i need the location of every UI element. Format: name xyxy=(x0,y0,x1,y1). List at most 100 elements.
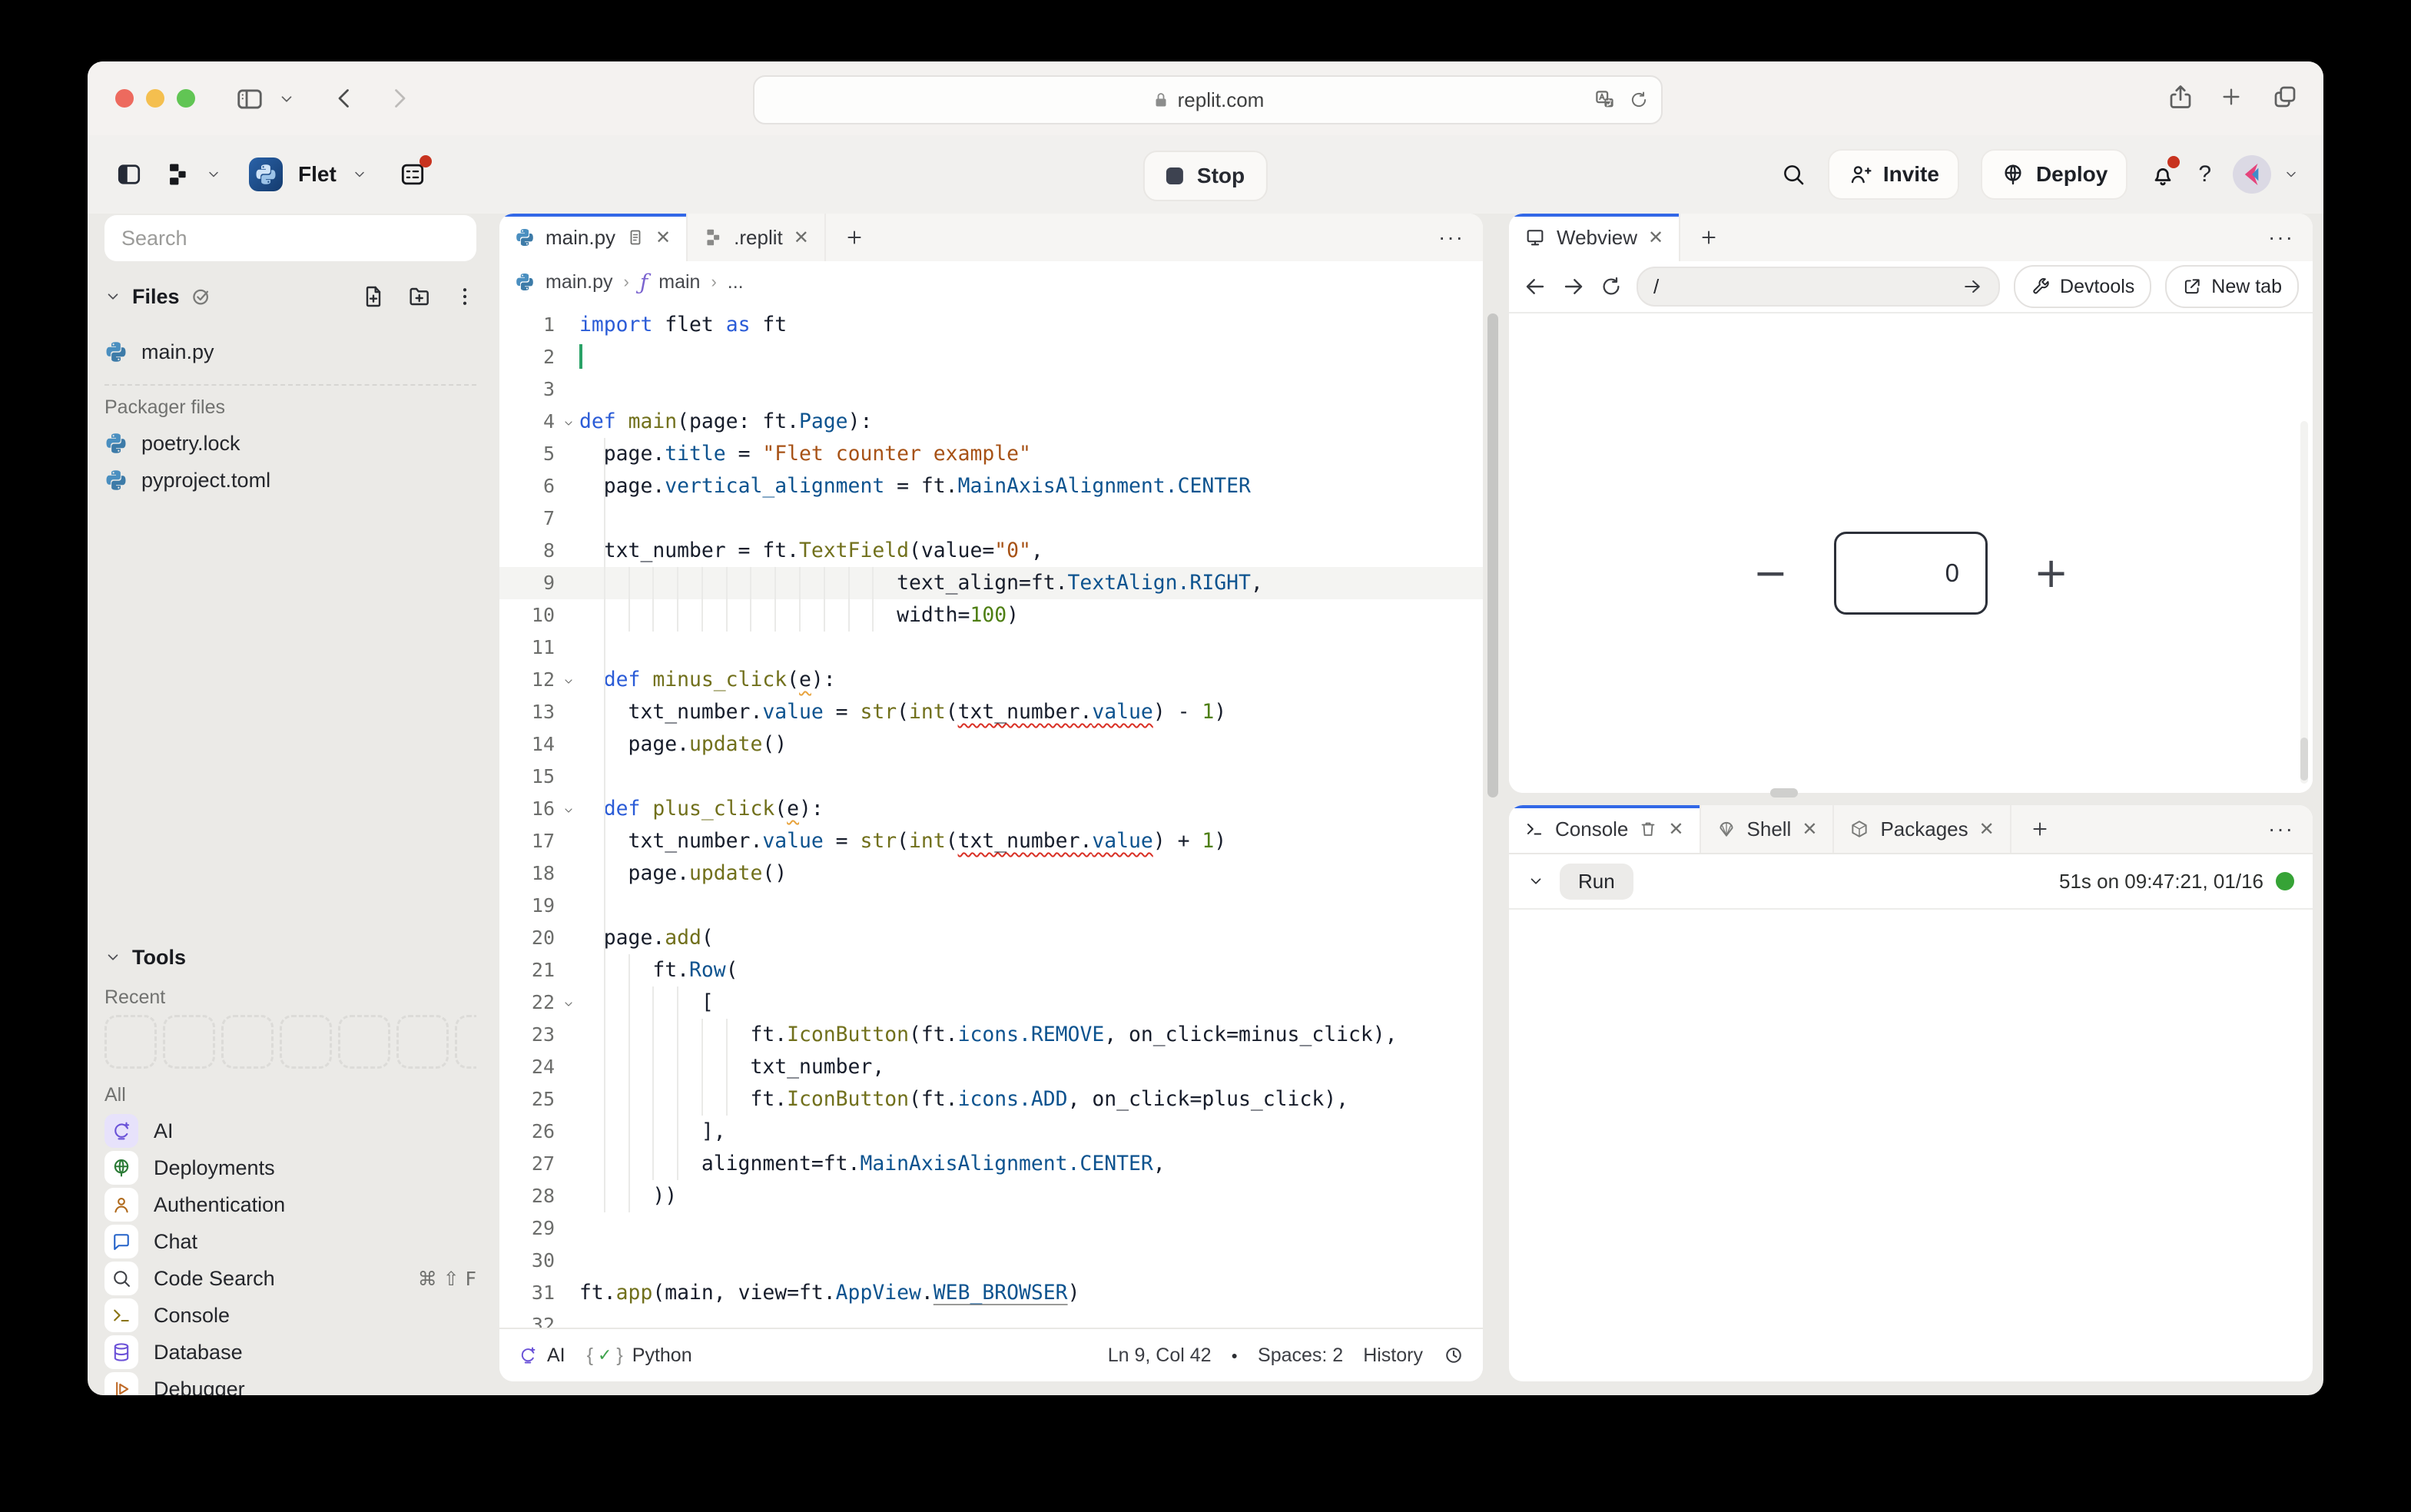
code-line-29[interactable]: 29 xyxy=(499,1212,1483,1245)
checkpoints-icon[interactable] xyxy=(398,160,427,189)
new-folder-icon[interactable] xyxy=(407,284,432,309)
deploy-button[interactable]: Deploy xyxy=(1981,149,2127,200)
history-button[interactable]: History xyxy=(1363,1345,1423,1367)
forward-button[interactable] xyxy=(386,85,413,112)
code-line-26[interactable]: 26 ], xyxy=(499,1116,1483,1148)
sidebar-item-database[interactable]: Database xyxy=(104,1334,476,1371)
code-line-5[interactable]: 5 page.title = "Flet counter example" xyxy=(499,438,1483,470)
project-name[interactable]: Flet xyxy=(298,162,337,187)
console-tab-shell[interactable]: Shell✕ xyxy=(1701,805,1835,853)
code-line-4[interactable]: 4def main(page: ft.Page): xyxy=(499,406,1483,438)
panel-toggle-icon[interactable] xyxy=(115,161,143,188)
fold-chevron-icon[interactable] xyxy=(562,407,575,439)
pane-resize-handle[interactable] xyxy=(1770,788,1798,797)
new-tab-icon[interactable] xyxy=(2219,85,2244,109)
console-overflow-menu[interactable]: ··· xyxy=(2250,805,2313,853)
window-close-button[interactable] xyxy=(115,89,134,108)
code-line-18[interactable]: 18 page.update() xyxy=(499,857,1483,890)
sidebar-item-ai[interactable]: AI xyxy=(104,1112,476,1149)
sidebar-item-authentication[interactable]: Authentication xyxy=(104,1186,476,1223)
open-new-tab-button[interactable]: New tab xyxy=(2165,265,2299,308)
code-line-28[interactable]: 28 )) xyxy=(499,1180,1483,1212)
close-icon[interactable]: ✕ xyxy=(794,227,809,249)
editor-tab-main.py[interactable]: main.py✕ xyxy=(499,214,688,261)
webview-forward-icon[interactable] xyxy=(1561,274,1586,299)
sidebar-item-debugger[interactable]: Debugger xyxy=(104,1371,476,1395)
close-icon[interactable]: ✕ xyxy=(1668,818,1683,841)
chevron-down-icon[interactable] xyxy=(278,91,295,108)
window-zoom-button[interactable] xyxy=(177,89,195,108)
notifications-bell-icon[interactable] xyxy=(2149,161,2177,188)
code-line-12[interactable]: 12 def minus_click(e): xyxy=(499,664,1483,696)
go-arrow-icon[interactable] xyxy=(1962,276,1983,297)
console-tab-console[interactable]: Console✕ xyxy=(1509,805,1701,853)
code-line-22[interactable]: 22 [ xyxy=(499,986,1483,1019)
console-new-tab-button[interactable] xyxy=(2011,805,2068,853)
chevron-down-icon[interactable] xyxy=(2283,167,2299,182)
code-line-16[interactable]: 16 def plus_click(e): xyxy=(499,793,1483,825)
code-line-15[interactable]: 15 xyxy=(499,761,1483,793)
kebab-menu-icon[interactable] xyxy=(453,285,476,308)
code-line-27[interactable]: 27 alignment=ft.MainAxisAlignment.CENTER… xyxy=(499,1148,1483,1180)
code-line-3[interactable]: 3 xyxy=(499,373,1483,406)
editor-new-tab-button[interactable] xyxy=(826,214,883,261)
code-line-11[interactable]: 11 xyxy=(499,632,1483,664)
project-icon[interactable] xyxy=(249,158,283,191)
sidebar-item-code-search[interactable]: Code Search⌘ ⇧ F xyxy=(104,1260,476,1297)
editor-tab-replit[interactable]: .replit✕ xyxy=(688,214,826,261)
code-line-14[interactable]: 14 page.update() xyxy=(499,728,1483,761)
run-command-pill[interactable]: Run xyxy=(1560,864,1633,900)
webview-overflow-menu[interactable]: ··· xyxy=(2250,214,2313,261)
code-line-19[interactable]: 19 xyxy=(499,890,1483,922)
sidebar-item-console[interactable]: Console xyxy=(104,1297,476,1334)
code-line-7[interactable]: 7 xyxy=(499,502,1483,535)
file-item[interactable]: main.py xyxy=(104,333,476,370)
help-icon[interactable]: ? xyxy=(2198,161,2211,187)
code-line-13[interactable]: 13 txt_number.value = str(int(txt_number… xyxy=(499,696,1483,728)
code-line-8[interactable]: 8 txt_number = ft.TextField(value="0", xyxy=(499,535,1483,567)
back-button[interactable] xyxy=(330,85,358,112)
code-line-23[interactable]: 23 ft.IconButton(ft.icons.REMOVE, on_cli… xyxy=(499,1019,1483,1051)
close-icon[interactable]: ✕ xyxy=(655,227,671,249)
browser-sidebar-icon[interactable] xyxy=(235,85,264,114)
trash-icon[interactable] xyxy=(1639,820,1657,838)
file-item[interactable]: pyproject.toml xyxy=(104,462,476,499)
webview-scrollbar-track[interactable] xyxy=(2300,421,2308,784)
plus-button[interactable]: + xyxy=(2034,552,2068,594)
code-line-6[interactable]: 6 page.vertical_alignment = ft.MainAxisA… xyxy=(499,470,1483,502)
translate-icon[interactable] xyxy=(1594,88,1617,111)
webview-reload-icon[interactable] xyxy=(1600,275,1623,298)
console-tab-packages[interactable]: Packages✕ xyxy=(1834,805,2011,853)
code-line-30[interactable]: 30 xyxy=(499,1245,1483,1277)
editor-scrollbar[interactable] xyxy=(1487,313,1498,797)
counter-textfield[interactable]: 0 xyxy=(1834,532,1988,615)
fold-chevron-icon[interactable] xyxy=(562,988,575,1020)
stop-button[interactable]: Stop xyxy=(1143,151,1268,201)
sidebar-item-deployments[interactable]: Deployments xyxy=(104,1149,476,1186)
webview-url-bar[interactable]: / xyxy=(1637,267,2000,307)
code-editor[interactable]: 1import flet as ft234def main(page: ft.P… xyxy=(499,303,1483,1329)
avatar[interactable] xyxy=(2233,155,2271,194)
file-item[interactable]: poetry.lock xyxy=(104,425,476,462)
close-icon[interactable]: ✕ xyxy=(1802,818,1817,841)
webview-scrollbar-thumb[interactable] xyxy=(2300,738,2308,781)
fold-chevron-icon[interactable] xyxy=(562,794,575,827)
code-line-2[interactable]: 2 xyxy=(499,341,1483,373)
devtools-button[interactable]: Devtools xyxy=(2014,265,2151,308)
code-line-25[interactable]: 25 ft.IconButton(ft.icons.ADD, on_click=… xyxy=(499,1083,1483,1116)
code-line-31[interactable]: 31ft.app(main, view=ft.AppView.WEB_BROWS… xyxy=(499,1277,1483,1309)
collapse-chevron-icon[interactable] xyxy=(1527,873,1544,890)
cursor-position[interactable]: Ln 9, Col 42 xyxy=(1108,1345,1212,1367)
language-status-item[interactable]: {✓} Python xyxy=(587,1345,692,1367)
chevron-down-icon[interactable] xyxy=(352,167,367,182)
address-bar[interactable]: replit.com xyxy=(753,75,1663,124)
code-line-9[interactable]: 9 text_align=ft.TextAlign.RIGHT, xyxy=(499,567,1483,599)
code-line-17[interactable]: 17 txt_number.value = str(int(txt_number… xyxy=(499,825,1483,857)
code-line-10[interactable]: 10 width=100) xyxy=(499,599,1483,632)
code-line-24[interactable]: 24 txt_number, xyxy=(499,1051,1483,1083)
breadcrumb[interactable]: main.py › ƒ main › ... xyxy=(499,261,1483,304)
minus-button[interactable]: − xyxy=(1753,552,1788,594)
close-icon[interactable]: ✕ xyxy=(1648,227,1663,249)
search-input[interactable] xyxy=(104,215,476,261)
close-icon[interactable]: ✕ xyxy=(1979,818,1995,841)
